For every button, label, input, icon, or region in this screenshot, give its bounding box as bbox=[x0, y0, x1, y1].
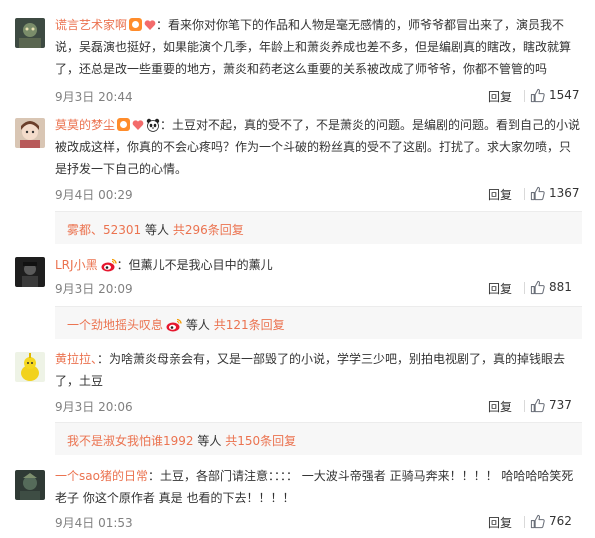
reply-button[interactable]: 回复 bbox=[488, 514, 512, 531]
vip-badge-icon bbox=[129, 18, 143, 31]
like-count: 1547 bbox=[549, 88, 580, 102]
reply-button[interactable]: 回复 bbox=[488, 398, 512, 415]
comment-time: 9月3日 20:09 bbox=[55, 282, 133, 296]
comment-username[interactable]: 一个sao猪的日常 bbox=[55, 469, 148, 483]
sub-reply-user[interactable]: 雾都、52301 bbox=[67, 223, 141, 237]
comment-username[interactable]: 莫莫的梦尘 bbox=[55, 118, 115, 132]
like-button[interactable]: 881 bbox=[530, 278, 582, 298]
thumbs-up-icon bbox=[530, 88, 545, 103]
like-button[interactable]: 737 bbox=[530, 396, 582, 416]
avatar[interactable] bbox=[15, 118, 45, 148]
thumbs-up-icon bbox=[530, 280, 545, 295]
comment-body: ：为啥萧炎母亲会有，又是一部毁了的小说，学学三少吧，别拍电视剧了，真的掉钱眼去了… bbox=[55, 352, 566, 388]
heart-icon bbox=[144, 20, 156, 30]
comment-body: ：但薰儿不是我心目中的薰儿 bbox=[116, 258, 273, 272]
like-button[interactable]: 1547 bbox=[530, 86, 582, 106]
divider bbox=[524, 516, 525, 528]
like-count: 762 bbox=[549, 514, 572, 528]
thumbs-up-icon bbox=[530, 186, 545, 201]
panda-icon bbox=[146, 118, 160, 132]
comment-meta: 9月3日 20:44 回复 1547 bbox=[55, 86, 582, 106]
comment-text: LRJ小黑 ：但薰儿不是我心目中的薰儿 bbox=[55, 254, 582, 276]
like-button[interactable]: 762 bbox=[530, 512, 582, 532]
comment-username[interactable]: 谎言艺术家啊 bbox=[55, 18, 127, 32]
divider bbox=[524, 188, 525, 200]
sub-reply-text: 等人 bbox=[197, 434, 222, 448]
sub-reply-count-link[interactable]: 共150条回复 bbox=[225, 434, 296, 448]
thumbs-up-icon bbox=[530, 398, 545, 413]
sub-reply-count-link[interactable]: 共296条回复 bbox=[173, 223, 244, 237]
reply-button[interactable]: 回复 bbox=[488, 88, 512, 105]
sub-reply-text: 等人 bbox=[185, 318, 210, 332]
comment-text: 谎言艺术家啊 ：看来你对你笔下的作品和人物是毫无感情的，师爷爷都冒出来了，演员我不… bbox=[55, 14, 582, 80]
vip-badge-icon bbox=[117, 118, 131, 131]
avatar[interactable] bbox=[15, 18, 45, 48]
comment-username[interactable]: 黄拉拉、 bbox=[55, 352, 97, 366]
comment-time: 9月3日 20:06 bbox=[55, 400, 133, 414]
like-count: 1367 bbox=[549, 186, 580, 200]
sub-reply-user[interactable]: 我不是淑女我怕谁1992 bbox=[67, 434, 194, 448]
thumbs-up-icon bbox=[530, 514, 545, 529]
comment-meta: 9月4日 00:29 回复 1367 bbox=[55, 184, 582, 204]
heart-icon bbox=[132, 120, 144, 130]
sub-replies-bar[interactable]: 我不是淑女我怕谁1992 等人 共150条回复 bbox=[55, 422, 582, 455]
weibo-icon bbox=[101, 258, 117, 272]
comment-time: 9月3日 20:44 bbox=[55, 90, 133, 104]
comment-meta: 9月4日 01:53 回复 762 bbox=[55, 512, 582, 532]
sub-reply-count-link[interactable]: 共121条回复 bbox=[214, 318, 285, 332]
comment-text: 一个sao猪的日常：土豆，各部门请注意：：：： 一大波斗帝强者 正骑马奔来！！！… bbox=[55, 465, 582, 509]
comment-time: 9月4日 01:53 bbox=[55, 516, 133, 530]
divider bbox=[524, 282, 525, 294]
sub-reply-text: 等人 bbox=[145, 223, 170, 237]
comment-text: 黄拉拉、：为啥萧炎母亲会有，又是一部毁了的小说，学学三少吧，别拍电视剧了，真的掉… bbox=[55, 348, 582, 392]
reply-button[interactable]: 回复 bbox=[488, 280, 512, 297]
sub-reply-user[interactable]: 一个劲地摇头叹息 bbox=[67, 318, 163, 332]
like-count: 737 bbox=[549, 398, 572, 412]
divider bbox=[524, 400, 525, 412]
avatar[interactable] bbox=[15, 257, 45, 287]
comment-meta: 9月3日 20:09 回复 881 bbox=[55, 278, 582, 298]
like-button[interactable]: 1367 bbox=[530, 184, 582, 204]
avatar[interactable] bbox=[15, 470, 45, 500]
weibo-icon bbox=[166, 318, 182, 332]
comment-meta: 9月3日 20:06 回复 737 bbox=[55, 396, 582, 416]
comment-text: 莫莫的梦尘 ：土豆对不起，真的受不了，不是萧炎的问题。是编剧的问题。看到自己的小说… bbox=[55, 114, 582, 180]
comment-username[interactable]: LRJ小黑 bbox=[55, 258, 98, 272]
sub-replies-bar[interactable]: 一个劲地摇头叹息 等人 共121条回复 bbox=[55, 306, 582, 339]
reply-button[interactable]: 回复 bbox=[488, 186, 512, 203]
sub-replies-bar[interactable]: 雾都、52301 等人 共296条回复 bbox=[55, 211, 582, 244]
divider bbox=[524, 90, 525, 102]
avatar[interactable] bbox=[15, 352, 45, 382]
comment-time: 9月4日 00:29 bbox=[55, 188, 133, 202]
like-count: 881 bbox=[549, 280, 572, 294]
